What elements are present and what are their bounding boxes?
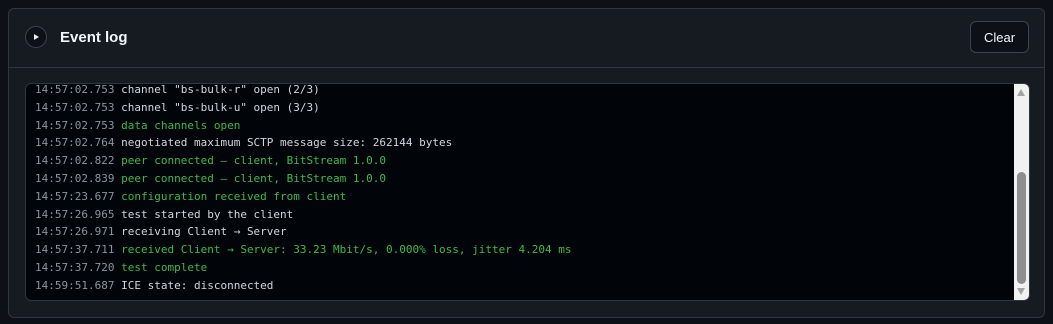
log-timestamp: 14:57:26.971	[35, 225, 115, 239]
play-triangle-icon	[34, 34, 39, 40]
log-message: receiving Client → Server	[121, 225, 287, 239]
log-timestamp: 14:57:02.822	[35, 154, 115, 168]
log-message: data channels open	[121, 118, 241, 132]
log-timestamp: 14:57:37.711	[35, 243, 115, 257]
log-scrollbar[interactable]	[1014, 84, 1029, 300]
log-entry: 14:57:23.677 configuration received from…	[35, 188, 1009, 206]
panel-header: Event log Clear	[9, 9, 1044, 68]
log-timestamp: 14:57:37.720	[35, 260, 115, 274]
log-message: test started by the client	[121, 207, 294, 221]
log-message: ICE state: disconnected	[121, 278, 274, 292]
log-entry: 14:57:02.753 channel "bs-bulk-r" open (2…	[35, 83, 1009, 99]
log-entry: 14:57:37.720 test complete	[35, 259, 1009, 277]
log-entry: 14:59:51.687 ICE state: disconnected	[35, 277, 1009, 295]
log-message: channel "bs-bulk-u" open (3/3)	[121, 100, 320, 114]
log-message: peer connected — client, BitStream 1.0.0	[121, 154, 387, 168]
log-entry: 14:57:02.753 data channels open	[35, 117, 1009, 135]
scroll-down-arrow-icon[interactable]	[1017, 288, 1025, 295]
log-lines: 14:57:02.753 channel "bs-bulk-r" open (2…	[35, 83, 1009, 295]
log-timestamp: 14:57:02.764	[35, 136, 115, 150]
log-entry: 14:57:02.822 peer connected — client, Bi…	[35, 152, 1009, 170]
log-message: peer connected — client, BitStream 1.0.0	[121, 171, 387, 185]
log-timestamp: 14:57:23.677	[35, 189, 115, 203]
log-entry: 14:57:02.839 peer connected — client, Bi…	[35, 170, 1009, 188]
log-message: negotiated maximum SCTP message size: 26…	[121, 136, 453, 150]
log-timestamp: 14:57:26.965	[35, 207, 115, 221]
log-timestamp: 14:59:51.687	[35, 278, 115, 292]
log-message: configuration received from client	[121, 189, 347, 203]
log-entry: 14:57:26.965 test started by the client	[35, 206, 1009, 224]
log-entry: 14:57:02.764 negotiated maximum SCTP mes…	[35, 134, 1009, 152]
log-viewport[interactable]: 14:57:02.753 channel "bs-bulk-r" open (2…	[25, 83, 1030, 301]
log-timestamp: 14:57:02.839	[35, 171, 115, 185]
scroll-up-arrow-icon[interactable]	[1017, 89, 1025, 96]
log-entry: 14:57:37.711 received Client → Server: 3…	[35, 241, 1009, 259]
panel-title: Event log	[60, 29, 128, 46]
scroll-thumb[interactable]	[1017, 172, 1026, 284]
log-message: received Client → Server: 33.23 Mbit/s, …	[121, 243, 572, 257]
log-message: test complete	[121, 260, 208, 274]
log-entry: 14:57:26.971 receiving Client → Server	[35, 223, 1009, 241]
log-message: channel "bs-bulk-r" open (2/3)	[121, 83, 320, 96]
log-timestamp: 14:57:02.753	[35, 118, 115, 132]
log-timestamp: 14:57:02.753	[35, 100, 115, 114]
log-timestamp: 14:57:02.753	[35, 83, 115, 96]
event-log-panel: Event log Clear 14:57:02.753 channel "bs…	[8, 8, 1045, 318]
log-entry: 14:57:02.753 channel "bs-bulk-u" open (3…	[35, 99, 1009, 117]
clear-button[interactable]: Clear	[970, 21, 1029, 53]
collapse-toggle-button[interactable]	[25, 26, 47, 48]
